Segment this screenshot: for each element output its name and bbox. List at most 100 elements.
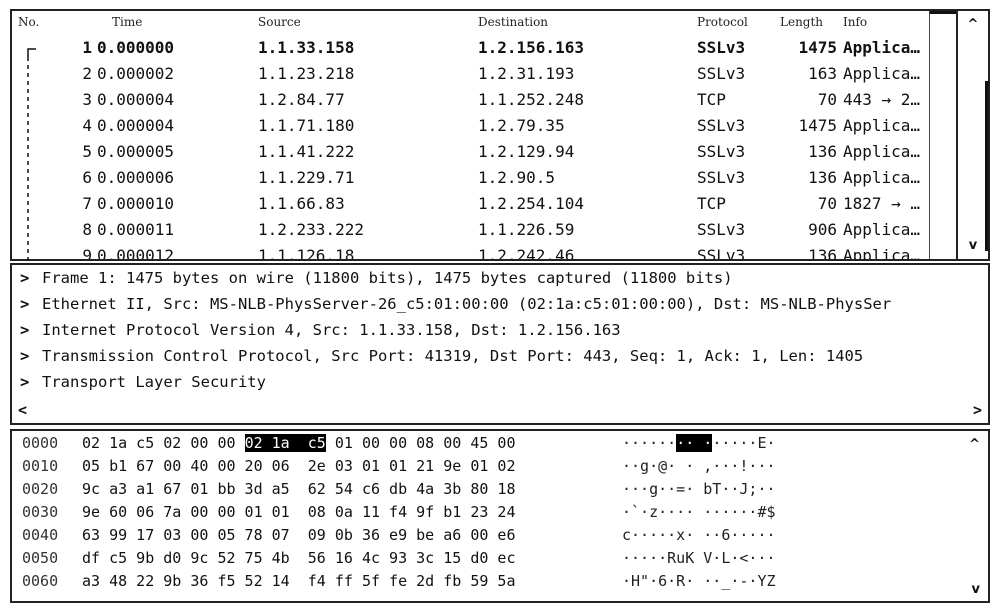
scroll-left-icon[interactable]: <: [18, 401, 27, 419]
hex-row: 0000 02 1a c5 02 00 00 02 1a c5 01 00 00 …: [22, 434, 922, 456]
ascii-segment[interactable]: ·····RuK V·L·<···: [622, 549, 776, 567]
ascii-dump[interactable]: ·`·z···· ······#$: [622, 503, 776, 521]
packet-row[interactable]: 7 0.000010 1.1.66.83 1.2.254.104 TCP 70 1827 →…: [12, 194, 922, 220]
packet-info: Applica…: [843, 220, 921, 239]
ascii-segment[interactable]: ·····E·: [712, 434, 775, 452]
packet-time: 0.000004: [97, 116, 175, 135]
ascii-segment[interactable]: ·`·z···· ······#$: [622, 503, 776, 521]
expand-chevron-icon[interactable]: >: [20, 347, 42, 365]
packet-protocol: SSLv3: [697, 168, 746, 187]
packet-destination: 1.2.156.163: [478, 38, 584, 57]
ascii-dump[interactable]: ·H"·6·R· ··_·-·YZ: [622, 572, 776, 590]
packet-details-pane[interactable]: > Frame 1: 1475 bytes on wire (11800 bits…: [10, 263, 990, 425]
packet-source: 1.1.71.180: [258, 116, 355, 135]
packet-row[interactable]: 5 0.000005 1.1.41.222 1.2.129.94 SSLv3 136 App…: [12, 142, 922, 168]
packet-time: 0.000002: [97, 64, 175, 83]
detail-item[interactable]: > Transport Layer Security: [20, 373, 266, 391]
hex-bytes-segment[interactable]: df c5 9b d0 9c 52 75 4b 56 16 4c 93 3c 1…: [82, 549, 515, 567]
packet-row[interactable]: 3 0.000004 1.2.84.77 1.1.252.248 TCP 70 443 → …: [12, 90, 922, 116]
packet-destination: 1.2.79.35: [478, 116, 565, 135]
expand-chevron-icon[interactable]: >: [20, 295, 42, 313]
expand-chevron-icon[interactable]: >: [20, 321, 42, 339]
packet-protocol: TCP: [697, 194, 726, 213]
hex-bytes[interactable]: a3 48 22 9b 36 f5 52 14 f4 ff 5f fe 2d f…: [82, 572, 515, 590]
packet-time: 0.000005: [97, 142, 175, 161]
packet-length: 1475: [798, 38, 837, 57]
hex-offset: 0030: [22, 503, 59, 521]
packet-info: Applica…: [843, 38, 921, 57]
ascii-segment[interactable]: ······: [622, 434, 676, 452]
ascii-segment[interactable]: ·H"·6·R· ··_·-·YZ: [622, 572, 776, 590]
scroll-down-icon[interactable]: v: [958, 238, 988, 253]
scroll-right-icon[interactable]: >: [973, 401, 982, 419]
packet-length: 70: [817, 90, 837, 109]
hex-bytes-segment[interactable]: 63 99 17 03 00 05 78 07 09 0b 36 e9 be a…: [82, 526, 515, 544]
packet-row[interactable]: 4 0.000004 1.1.71.180 1.2.79.35 SSLv3 1475 App…: [12, 116, 922, 142]
expand-chevron-icon[interactable]: >: [20, 269, 42, 287]
detail-item[interactable]: > Transmission Control Protocol, Src Port…: [20, 347, 863, 365]
packet-no: 2: [82, 64, 92, 83]
hex-bytes[interactable]: 9e 60 06 7a 00 00 01 01 08 0a 11 f4 9f b…: [82, 503, 515, 521]
packet-bytes-pane[interactable]: 0000 02 1a c5 02 00 00 02 1a c5 01 00 00 …: [10, 429, 990, 603]
packet-list-pane[interactable]: No. Time Source Destination Protocol Len…: [10, 9, 990, 261]
detail-item[interactable]: > Ethernet II, Src: MS-NLB-PhysServer-26_…: [20, 295, 891, 313]
ascii-segment[interactable]: ··g·@· · ,···!···: [622, 457, 776, 475]
packet-no: 6: [82, 168, 92, 187]
scroll-up-icon[interactable]: ^: [958, 17, 988, 32]
packet-row[interactable]: 8 0.000011 1.2.233.222 1.1.226.59 SSLv3 906 Ap…: [12, 220, 922, 246]
ascii-dump[interactable]: ········ ······E·: [622, 434, 776, 452]
hex-offset: 0050: [22, 549, 59, 567]
packet-destination: 1.1.252.248: [478, 90, 584, 109]
packet-row[interactable]: 9 0.000012 1.1.126.18 1.2.242.46 SSLv3 136 App…: [12, 246, 922, 259]
detail-item-label: Frame 1: 1475 bytes on wire (11800 bits)…: [42, 269, 733, 287]
ascii-segment[interactable]: c·····x· ··6·····: [622, 526, 776, 544]
scroll-down-icon[interactable]: v: [972, 582, 980, 597]
packet-protocol: SSLv3: [697, 116, 746, 135]
detail-item[interactable]: > Internet Protocol Version 4, Src: 1.1.3…: [20, 321, 621, 339]
detail-item[interactable]: > Frame 1: 1475 bytes on wire (11800 bits…: [20, 269, 733, 287]
hex-bytes[interactable]: 9c a3 a1 67 01 bb 3d a5 62 54 c6 db 4a 3…: [82, 480, 515, 498]
ascii-dump[interactable]: ··g·@· · ,···!···: [622, 457, 776, 475]
detail-item-label: Internet Protocol Version 4, Src: 1.1.33…: [42, 321, 621, 339]
packet-row[interactable]: 1 0.000000 1.1.33.158 1.2.156.163 SSLv3 1475 A…: [12, 38, 922, 64]
packet-time: 0.000004: [97, 90, 175, 109]
packet-source: 1.1.126.18: [258, 246, 355, 259]
hex-offset: 0060: [22, 572, 59, 590]
packet-list-scrollbar[interactable]: ^ v: [956, 11, 988, 259]
ascii-dump[interactable]: c·····x· ··6·····: [622, 526, 776, 544]
hex-bytes[interactable]: df c5 9b d0 9c 52 75 4b 56 16 4c 93 3c 1…: [82, 549, 515, 567]
packet-destination: 1.2.90.5: [478, 168, 556, 187]
packet-row[interactable]: 6 0.000006 1.1.229.71 1.2.90.5 SSLv3 136 Appli…: [12, 168, 922, 194]
hex-row: 0040 63 99 17 03 00 05 78 07 09 0b 36 e9 …: [22, 526, 922, 548]
packet-destination: 1.2.242.46: [478, 246, 575, 259]
hex-bytes[interactable]: 02 1a c5 02 00 00 02 1a c5 01 00 00 08 0…: [82, 434, 516, 452]
ascii-highlighted[interactable]: ·· ·: [676, 434, 713, 452]
hex-bytes-segment[interactable]: 05 b1 67 00 40 00 20 06 2e 03 01 01 21 9…: [82, 457, 515, 475]
scroll-up-icon[interactable]: ^: [969, 437, 980, 452]
packet-no: 7: [82, 194, 92, 213]
hex-bytes-segment[interactable]: a3 48 22 9b 36 f5 52 14 f4 ff 5f fe 2d f…: [82, 572, 515, 590]
hex-bytes-segment[interactable]: 01 00 00 08 00 45 00: [326, 434, 516, 452]
packet-length: 136: [808, 168, 837, 187]
packet-length: 1475: [798, 116, 837, 135]
hex-bytes-segment[interactable]: 02 1a c5 02 00 00: [82, 434, 245, 452]
packet-length: 906: [808, 220, 837, 239]
expand-chevron-icon[interactable]: >: [20, 373, 42, 391]
hex-bytes-segment[interactable]: 9e 60 06 7a 00 00 01 01 08 0a 11 f4 9f b…: [82, 503, 515, 521]
detail-item-label: Ethernet II, Src: MS-NLB-PhysServer-26_c…: [42, 295, 892, 313]
packet-row[interactable]: 2 0.000002 1.1.23.218 1.2.31.193 SSLv3 163 App…: [12, 64, 922, 90]
packet-source: 1.1.229.71: [258, 168, 355, 187]
hex-bytes-segment[interactable]: 9c a3 a1 67 01 bb 3d a5 62 54 c6 db 4a 3…: [82, 480, 515, 498]
packet-time: 0.000000: [97, 38, 175, 57]
scrollbar-thumb[interactable]: [985, 81, 988, 251]
ascii-dump[interactable]: ·····RuK V·L·<···: [622, 549, 776, 567]
ascii-dump[interactable]: ···g··=· bT··J;··: [622, 480, 776, 498]
hex-bytes-highlighted[interactable]: 02 1a c5: [244, 434, 326, 452]
hex-offset: 0000: [22, 434, 59, 452]
hex-bytes[interactable]: 63 99 17 03 00 05 78 07 09 0b 36 e9 be a…: [82, 526, 515, 544]
hex-row: 0050 df c5 9b d0 9c 52 75 4b 56 16 4c 93 …: [22, 549, 922, 571]
packet-no: 8: [82, 220, 92, 239]
hex-bytes[interactable]: 05 b1 67 00 40 00 20 06 2e 03 01 01 21 9…: [82, 457, 515, 475]
ascii-segment[interactable]: ···g··=· bT··J;··: [622, 480, 776, 498]
hex-row: 0030 9e 60 06 7a 00 00 01 01 08 0a 11 f4 …: [22, 503, 922, 525]
